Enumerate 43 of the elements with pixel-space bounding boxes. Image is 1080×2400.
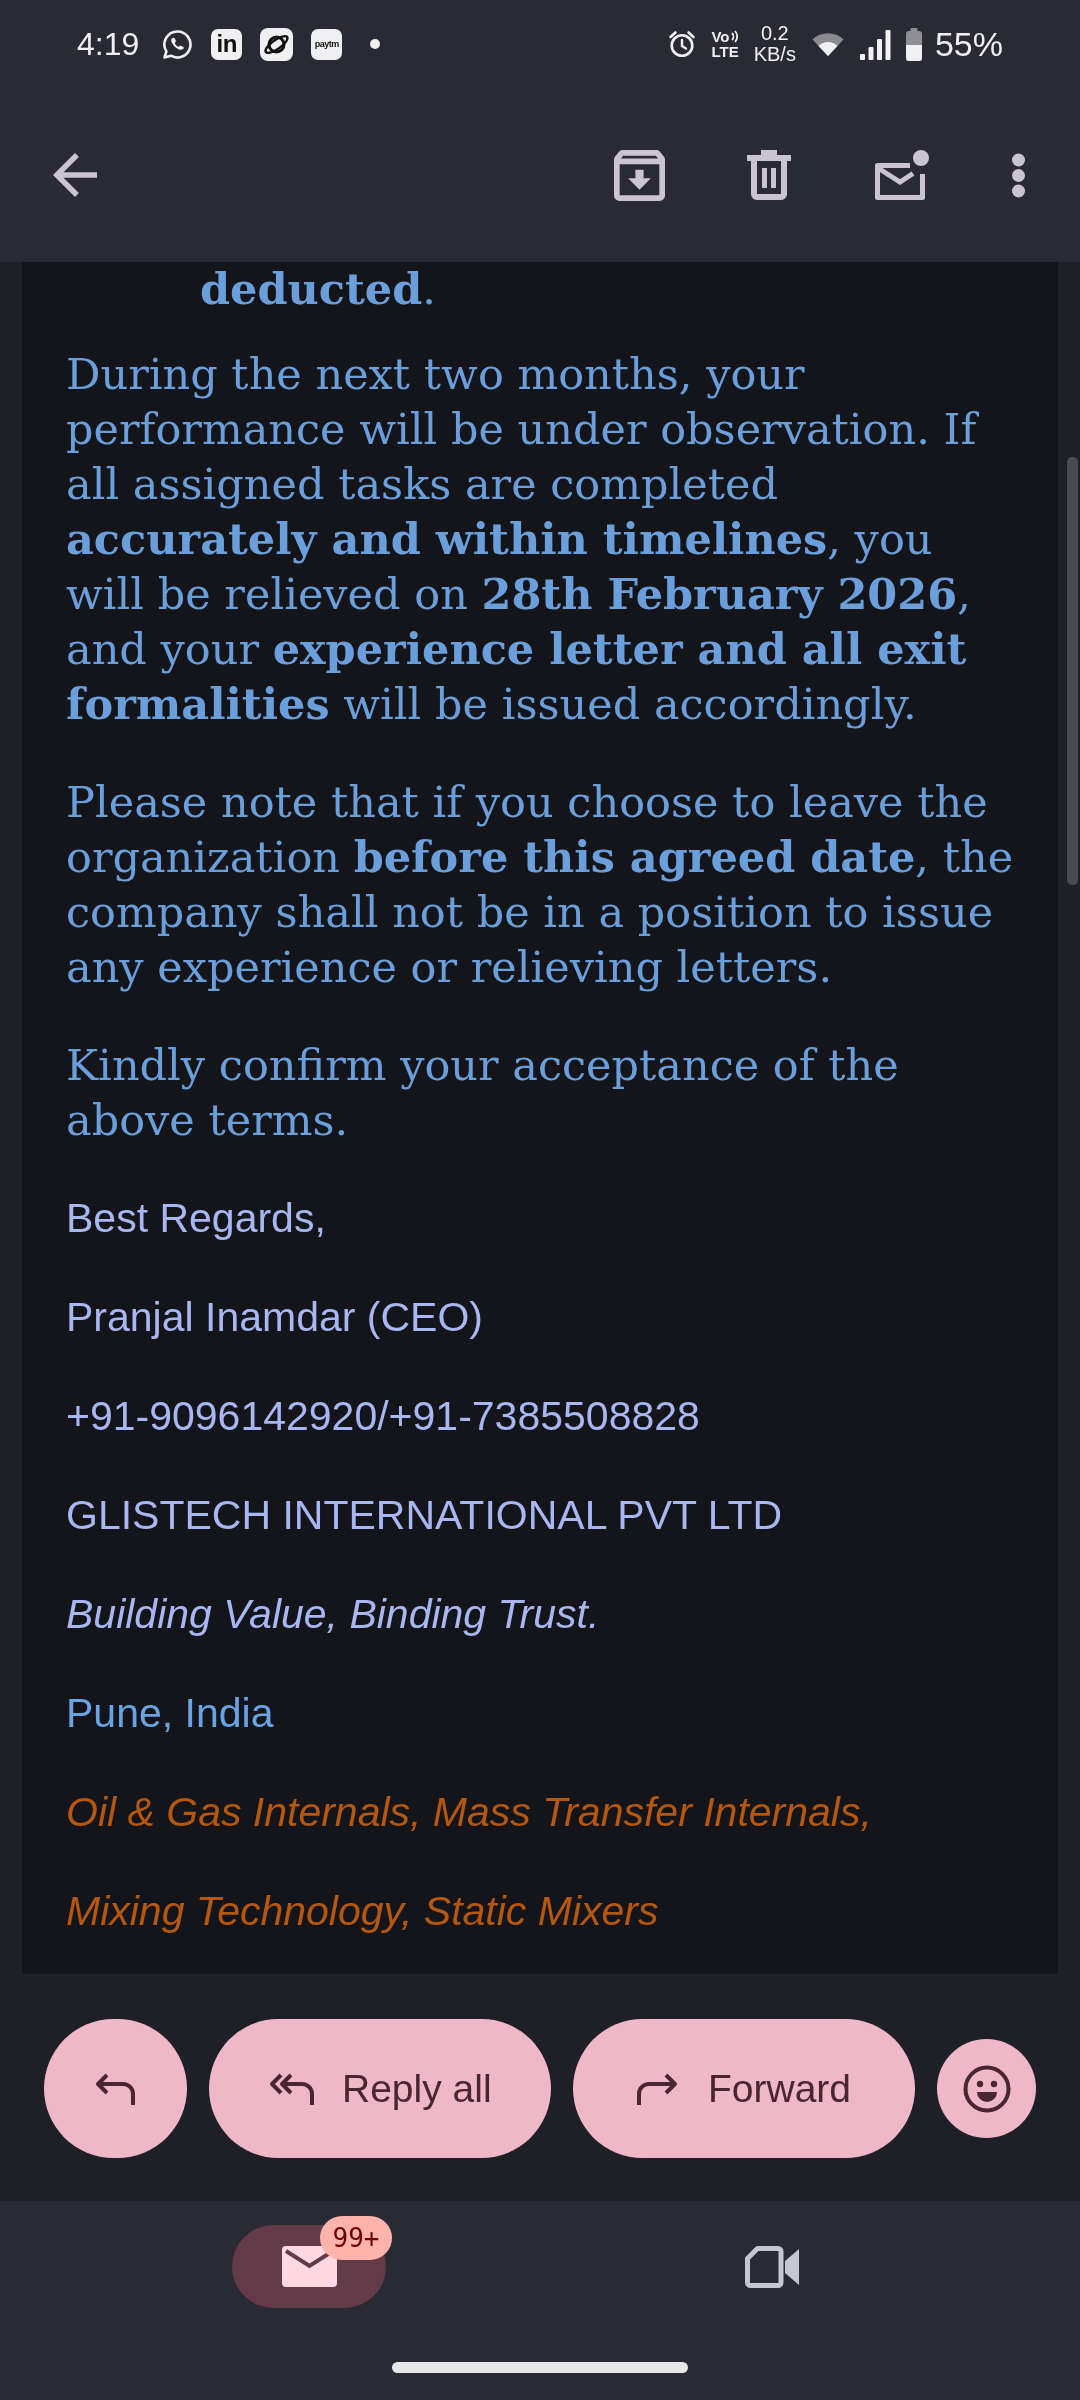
- message-text-line: deducted.: [199, 263, 437, 316]
- signature-text: Best Regards,: [66, 1194, 327, 1243]
- battery-icon: [905, 27, 922, 61]
- trash-icon[interactable]: [747, 150, 791, 200]
- reply-all-button[interactable]: Reply all: [209, 2019, 551, 2158]
- message-paragraph: Kindly confirm your acceptance of the above terms.: [66, 1039, 900, 1147]
- volte-label: Vo: [711, 29, 730, 44]
- data-rate-value: 0.2: [760, 23, 789, 44]
- reply-all-arrow-icon: [269, 2072, 315, 2105]
- mail-dot-icon[interactable]: [873, 150, 929, 200]
- forward-button[interactable]: Forward: [573, 2019, 915, 2158]
- archive-icon[interactable]: [614, 149, 665, 201]
- app-logo: in: [211, 28, 243, 60]
- back-arrow-icon[interactable]: [53, 153, 97, 197]
- envelope-icon: [281, 2246, 337, 2287]
- message-paragraph: Please note that if you choose to leave the organization before this agreed date, the company shall not be in a position to issue any experience or relieving letters.: [66, 776, 1015, 994]
- signature-services: Oil & Gas Internals, Mass Transfer Internals,: [66, 1788, 873, 1837]
- clock-time: 4:19: [77, 25, 140, 63]
- wifi-icon: [810, 31, 845, 57]
- signature-services: Mixing Technology, Static Mixers: [66, 1887, 660, 1936]
- battery-percentage: 55%: [934, 24, 1003, 64]
- unread-count-badge: 99+: [320, 2216, 392, 2260]
- signature-text: GLISTECH INTERNATIONAL PVT LTD: [66, 1491, 784, 1540]
- signal-bars-icon: [859, 28, 891, 60]
- alarm-clock-icon: [668, 30, 697, 58]
- chat-bubble-icon: [162, 28, 194, 60]
- signature-location: Pune, India: [66, 1689, 275, 1738]
- video-camera-icon: [742, 2244, 800, 2289]
- more-options-icon[interactable]: [1011, 152, 1026, 198]
- signature-text: Pranjal Inamdar (CEO): [66, 1293, 484, 1342]
- signature-tagline: Building Value, Binding Trust.: [66, 1590, 601, 1639]
- data-rate-unit: KB/s: [753, 44, 796, 65]
- signature-text: +91-9096142920/+91-7385508828: [66, 1392, 701, 1441]
- app-logo: paytm: [311, 28, 343, 60]
- forward-arrow-icon: [636, 2072, 678, 2105]
- lte-label: LTE: [711, 44, 739, 59]
- smiley-face-icon: [962, 2064, 1011, 2113]
- notification-dot-icon: [370, 39, 381, 49]
- radio-waves-icon: [730, 30, 739, 43]
- reply-arrow-icon: [95, 2072, 136, 2105]
- planet-app-icon: [260, 27, 294, 61]
- message-paragraph: During the next two months, your performance will be under observation. If all assigned tasks are completed accurately and within timelines, you will be relieved on 28th February 2026, and your experience letter and all exit formalities will be issued accordingly.: [66, 348, 980, 731]
- video-tab[interactable]: [742, 2244, 800, 2289]
